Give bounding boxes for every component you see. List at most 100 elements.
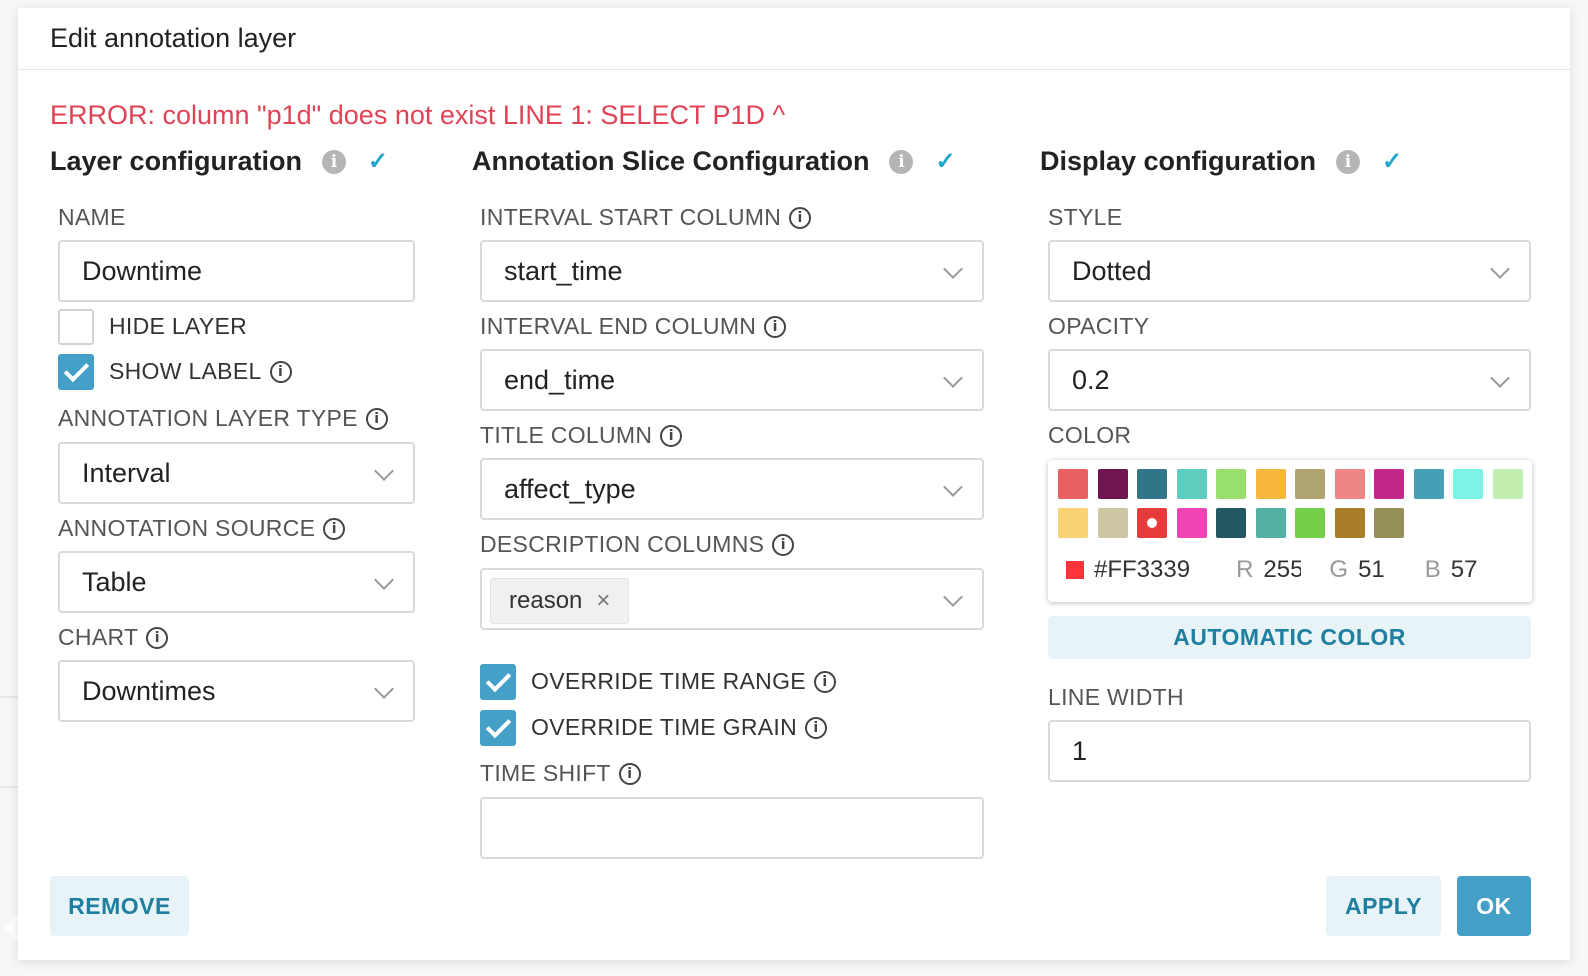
opacity-label-text: OPACITY: [1048, 313, 1150, 339]
color-swatch[interactable]: [1374, 469, 1404, 499]
current-color-swatch: [1066, 561, 1084, 579]
color-swatch[interactable]: [1453, 469, 1483, 499]
name-input[interactable]: Downtime: [58, 240, 415, 302]
description-columns-select[interactable]: reason ×: [480, 568, 984, 630]
interval-end-value: end_time: [504, 364, 616, 395]
color-label-text: COLOR: [1048, 422, 1132, 448]
layer-type-value: Interval: [82, 457, 171, 488]
backdrop-divider: [0, 696, 18, 698]
color-swatch[interactable]: [1176, 469, 1207, 499]
hex-input[interactable]: #FF3339: [1094, 556, 1190, 584]
chart-select[interactable]: Downtimes: [58, 660, 415, 722]
color-swatch[interactable]: [1492, 469, 1523, 499]
title-column-label-text: TITLE COLUMN: [480, 422, 653, 448]
info-circle-outline-icon[interactable]: i: [269, 360, 292, 383]
info-circle-outline-icon[interactable]: i: [813, 670, 836, 693]
close-icon[interactable]: ×: [596, 587, 610, 615]
style-label: STYLE: [1048, 204, 1122, 231]
info-circle-outline-icon[interactable]: i: [772, 533, 795, 556]
chevron-down-icon: [374, 570, 394, 590]
description-columns-label: DESCRIPTION COLUMNS i: [480, 531, 795, 558]
color-swatch[interactable]: [1413, 469, 1444, 499]
slice-config-title: Annotation Slice Configuration: [472, 146, 870, 176]
line-width-input[interactable]: 1: [1048, 720, 1531, 782]
line-width-value: 1: [1072, 735, 1088, 766]
display-config-title: Display configuration: [1040, 146, 1317, 176]
annotation-source-select[interactable]: Table: [58, 551, 415, 613]
color-swatch[interactable]: [1216, 469, 1246, 499]
time-shift-input[interactable]: [480, 797, 984, 859]
info-circle-outline-icon[interactable]: i: [323, 517, 346, 540]
color-swatch[interactable]: [1216, 508, 1246, 538]
annotation-source-value: Table: [82, 566, 147, 597]
info-circle-outline-icon[interactable]: i: [365, 407, 388, 430]
override-time-range-label-text: OVERRIDE TIME RANGE: [531, 668, 806, 694]
info-circle-outline-icon[interactable]: i: [146, 626, 169, 649]
color-swatch[interactable]: [1058, 508, 1088, 538]
error-message: ERROR: column "p1d" does not exist LINE …: [50, 100, 786, 130]
style-value: Dotted: [1072, 255, 1152, 286]
line-width-label-text: LINE WIDTH: [1048, 684, 1184, 710]
style-label-text: STYLE: [1048, 204, 1123, 230]
color-swatch[interactable]: [1334, 469, 1365, 499]
color-label: COLOR: [1048, 422, 1131, 449]
chevron-down-icon: [943, 368, 963, 388]
r-input[interactable]: 255: [1263, 556, 1301, 584]
show-label-checkbox[interactable]: [58, 354, 94, 390]
style-select[interactable]: Dotted: [1048, 240, 1531, 302]
check-icon: ✓: [935, 148, 956, 175]
b-input[interactable]: 57: [1451, 556, 1478, 584]
info-circle-outline-icon[interactable]: i: [618, 762, 641, 785]
chevron-down-icon: [943, 477, 963, 497]
chart-label: CHART i: [58, 624, 169, 651]
remove-button[interactable]: REMOVE: [50, 876, 189, 936]
color-swatch[interactable]: [1097, 508, 1128, 538]
info-circle-outline-icon[interactable]: i: [660, 424, 683, 447]
hide-layer-checkbox[interactable]: [58, 309, 94, 345]
g-input[interactable]: 51: [1358, 556, 1385, 584]
chart-label-text: CHART: [58, 624, 139, 650]
color-swatch[interactable]: [1334, 508, 1365, 538]
interval-end-select[interactable]: end_time: [480, 349, 984, 411]
opacity-value: 0.2: [1072, 364, 1110, 395]
color-swatch[interactable]: [1295, 508, 1325, 538]
layer-config-heading: Layer configuration i ✓: [50, 146, 388, 177]
color-swatch[interactable]: [1176, 508, 1207, 538]
name-input-value: Downtime: [82, 255, 203, 286]
interval-start-select[interactable]: start_time: [480, 240, 984, 302]
opacity-select[interactable]: 0.2: [1048, 349, 1531, 411]
override-time-grain-label: OVERRIDE TIME GRAIN i: [531, 714, 827, 741]
info-circle-outline-icon[interactable]: i: [804, 716, 827, 739]
line-width-label: LINE WIDTH: [1048, 684, 1184, 711]
info-circle-outline-icon[interactable]: i: [789, 206, 812, 229]
layer-type-select[interactable]: Interval: [58, 442, 415, 504]
color-picker: #FF3339 R 255 G 51 B 57: [1048, 460, 1532, 602]
color-swatch[interactable]: [1058, 469, 1088, 499]
interval-start-label: INTERVAL START COLUMN i: [480, 204, 812, 231]
override-time-grain-label-text: OVERRIDE TIME GRAIN: [531, 714, 797, 740]
interval-start-label-text: INTERVAL START COLUMN: [480, 204, 782, 230]
color-swatch[interactable]: [1255, 469, 1286, 499]
info-circle-filled-icon[interactable]: i: [1336, 149, 1361, 174]
ok-button-label: OK: [1476, 892, 1512, 919]
automatic-color-button[interactable]: AUTOMATIC COLOR: [1048, 616, 1531, 659]
override-time-range-checkbox[interactable]: [480, 664, 516, 700]
chevron-down-icon: [374, 461, 394, 481]
info-circle-filled-icon[interactable]: i: [322, 149, 347, 174]
color-swatch[interactable]: [1255, 508, 1286, 538]
override-time-grain-checkbox[interactable]: [480, 710, 516, 746]
color-swatch[interactable]: [1137, 469, 1167, 499]
description-columns-label-text: DESCRIPTION COLUMNS: [480, 531, 765, 557]
color-swatch[interactable]: [1137, 508, 1167, 538]
color-swatch[interactable]: [1295, 469, 1325, 499]
ok-button[interactable]: OK: [1457, 876, 1531, 936]
info-circle-outline-icon[interactable]: i: [764, 315, 787, 338]
title-column-select[interactable]: affect_type: [480, 458, 984, 520]
check-icon: ✓: [1382, 148, 1403, 175]
apply-button[interactable]: APPLY: [1326, 876, 1441, 936]
r-label: R: [1236, 556, 1254, 583]
description-tag-label: reason: [509, 587, 583, 614]
color-swatch[interactable]: [1097, 469, 1128, 499]
color-swatch[interactable]: [1374, 508, 1404, 538]
info-circle-filled-icon[interactable]: i: [889, 149, 914, 174]
